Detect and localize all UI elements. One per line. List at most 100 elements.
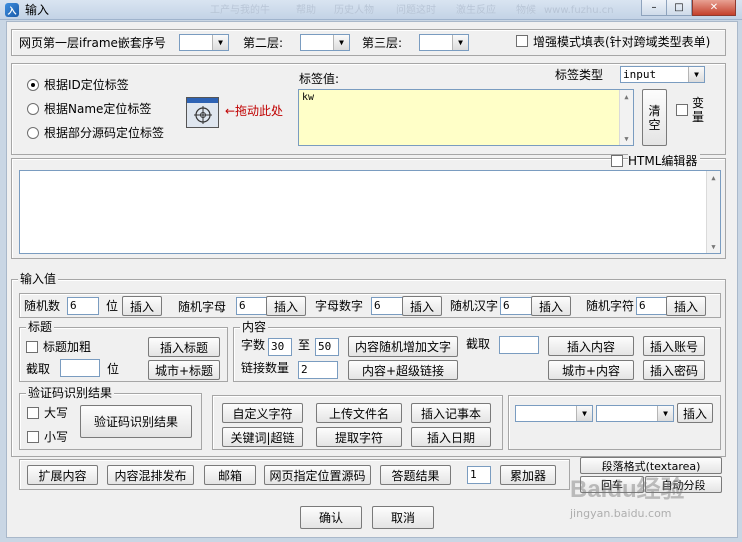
insert-random-char-button[interactable]: 插入 [666, 296, 706, 316]
html-editor-textarea[interactable]: ▲ ▼ [19, 170, 721, 254]
layer3-label: 第三层: [362, 36, 403, 50]
uppercase-checkbox[interactable] [27, 407, 39, 419]
tag-type-value: input [623, 68, 657, 81]
title-group-title: 标题 [26, 320, 55, 335]
html-editor-scrollbar[interactable]: ▲ ▼ [706, 171, 720, 253]
content-cut-label: 截取 [466, 337, 491, 351]
carriage-return-button[interactable]: 回车 [580, 476, 644, 493]
iframe-layer3-select[interactable]: ▼ [419, 34, 469, 51]
insert-letter-digit-button[interactable]: 插入 [402, 296, 442, 316]
random-char-input[interactable]: 6 [636, 297, 668, 315]
title-cut-input[interactable] [60, 359, 100, 377]
variable-checkbox[interactable] [676, 104, 688, 116]
scroll-down-icon[interactable]: ▼ [707, 240, 720, 253]
random-char-label: 随机字符 [586, 299, 635, 313]
locate-by-id-radio[interactable] [27, 79, 39, 91]
locate-by-name-label: 根据Name定位标签 [44, 102, 152, 116]
insert-content-button[interactable]: 插入内容 [548, 336, 634, 356]
random-add-text-button[interactable]: 内容随机增加文字 [348, 336, 458, 357]
accumulator-button[interactable]: 累加器 [500, 465, 556, 485]
tag-value-text: kw [302, 92, 315, 103]
html-editor-checkbox[interactable] [611, 155, 623, 167]
insert-account-button[interactable]: 插入账号 [643, 336, 705, 356]
content-link-button[interactable]: 内容+超级链接 [348, 360, 458, 380]
insert-random-letter-button[interactable]: 插入 [266, 296, 306, 316]
insert-select-button[interactable]: 插入 [677, 403, 713, 423]
link-count-input[interactable]: 2 [298, 361, 338, 379]
drag-target-icon[interactable] [186, 97, 219, 128]
insert-date-button[interactable]: 插入日期 [411, 427, 491, 447]
chevron-down-icon: ▼ [333, 35, 349, 50]
close-button[interactable]: ✕ [692, 0, 736, 16]
answer-result-button[interactable]: 答题结果 [380, 465, 451, 485]
locate-by-source-radio[interactable] [27, 127, 39, 139]
insert-password-button[interactable]: 插入密码 [643, 360, 705, 380]
captcha-result-button[interactable]: 验证码识别结果 [80, 405, 192, 438]
random-hanzi-input[interactable]: 6 [500, 297, 532, 315]
tag-type-select[interactable]: input ▼ [620, 66, 705, 83]
upload-file-button[interactable]: 上传文件名 [316, 403, 402, 423]
enhanced-mode-label: 增强模式填表(针对跨域类型表单) [533, 35, 711, 49]
minimize-button[interactable]: – [641, 0, 667, 16]
insert-title-button[interactable]: 插入标题 [148, 337, 220, 357]
letter-digit-input[interactable]: 6 [371, 297, 403, 315]
enhanced-mode-checkbox[interactable] [516, 35, 528, 47]
page-source-button[interactable]: 网页指定位置源码 [264, 465, 371, 485]
random-number-input[interactable]: 6 [67, 297, 99, 315]
keyword-link-button[interactable]: 关键词|超链 [222, 427, 303, 447]
variable-label: 变量 [692, 96, 705, 124]
random-hanzi-label: 随机汉字 [450, 299, 499, 313]
word-min-input[interactable]: 30 [268, 338, 292, 356]
background-tab-5: 激生反应 [456, 5, 496, 16]
tag-value-textarea[interactable]: kw ▲ ▼ [298, 89, 634, 146]
content-group-title: 内容 [240, 320, 269, 335]
random-letter-input[interactable]: 6 [236, 297, 268, 315]
background-tab-6: 物候 [516, 5, 536, 16]
paragraph-format-button[interactable]: 段落格式(textarea) [580, 457, 722, 474]
bold-title-checkbox[interactable] [26, 341, 38, 353]
close-icon: ✕ [709, 2, 719, 13]
iframe-layer2-select[interactable]: ▼ [300, 34, 350, 51]
expand-content-button[interactable]: 扩展内容 [27, 465, 98, 485]
mixed-publish-button[interactable]: 内容混排发布 [107, 465, 194, 485]
scroll-up-icon[interactable]: ▲ [707, 171, 720, 184]
chevron-down-icon: ▼ [212, 35, 228, 50]
maximize-button[interactable]: □ [667, 0, 692, 16]
locate-by-name-radio[interactable] [27, 103, 39, 115]
insert-random-number-button[interactable]: 插入 [122, 296, 162, 316]
custom-char-button[interactable]: 自定义字符 [222, 403, 303, 423]
lowercase-checkbox[interactable] [27, 431, 39, 443]
lowercase-label: 小写 [44, 430, 69, 444]
city-content-button[interactable]: 城市+内容 [548, 360, 634, 380]
select-one[interactable]: ▼ [515, 405, 593, 422]
ok-button[interactable]: 确认 [300, 506, 362, 529]
scroll-up-icon[interactable]: ▲ [620, 90, 633, 103]
clear-button[interactable]: 清空 [642, 89, 667, 146]
background-tab-1: 工产与我的牛 [210, 5, 270, 16]
random-letter-label: 随机字母 [178, 300, 227, 314]
counter-input[interactable]: 1 [467, 466, 491, 484]
select-two[interactable]: ▼ [596, 405, 674, 422]
cancel-button[interactable]: 取消 [372, 506, 434, 529]
scroll-down-icon[interactable]: ▼ [620, 132, 633, 145]
minimize-icon: – [651, 2, 657, 13]
tag-value-scrollbar[interactable]: ▲ ▼ [619, 90, 633, 145]
word-max-input[interactable]: 50 [315, 338, 339, 356]
locate-by-source-label: 根据部分源码定位标签 [44, 126, 165, 140]
city-title-button[interactable]: 城市+标题 [148, 360, 220, 380]
auto-split-button[interactable]: 自动分段 [645, 476, 722, 493]
insert-note-button[interactable]: 插入记事本 [411, 403, 491, 423]
extract-char-button[interactable]: 提取字符 [316, 427, 402, 447]
insert-random-hanzi-button[interactable]: 插入 [531, 296, 571, 316]
uppercase-label: 大写 [44, 406, 69, 420]
iframe-layer1-select[interactable]: ▼ [179, 34, 229, 51]
maximize-icon: □ [674, 2, 684, 13]
to-label: 至 [298, 338, 311, 352]
chevron-down-icon: ▼ [657, 406, 673, 421]
background-tab-4: 问题这时 [396, 5, 436, 16]
cut-label: 截取 [26, 362, 51, 376]
tag-type-label: 标签类型 [555, 68, 604, 82]
email-button[interactable]: 邮箱 [204, 465, 256, 485]
content-cut-input[interactable] [499, 336, 539, 354]
title-cut-unit: 位 [107, 362, 120, 376]
